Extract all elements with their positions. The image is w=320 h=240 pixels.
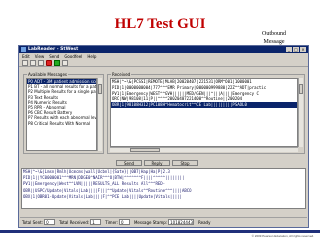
received-line: OBR|1|98108H312|PC108H^Hematocrit^^CE La… (111, 102, 297, 108)
total-sent-field: Total Sent: 0 (22, 219, 56, 225)
message-stamp-value: 101824443 (168, 219, 195, 225)
app-icon (21, 47, 26, 52)
open-icon[interactable] (30, 59, 36, 66)
list-item[interactable]: P7 Results with each abnormal level (27, 115, 96, 120)
total-sent-value: 0 (44, 219, 56, 225)
total-received-value: 1 (90, 219, 102, 225)
stop-icon[interactable] (46, 59, 52, 66)
menu-help[interactable]: Help (87, 54, 96, 59)
message-stamp-label: Message Stamp: (133, 219, 168, 225)
timer-label: Timer: (105, 219, 118, 225)
action-buttons: Send Reply Stop (116, 160, 200, 166)
received-hscrollbar[interactable] (110, 147, 298, 152)
timer-field: Timer: 0 (105, 219, 130, 225)
new-icon[interactable] (22, 59, 28, 66)
received-label: Received (111, 72, 132, 77)
footer-rule (0, 230, 320, 233)
connect-icon[interactable] (62, 59, 68, 66)
menu-send[interactable]: Send (49, 54, 59, 59)
total-received-field: Total Received: 1 (59, 219, 102, 225)
received-text-area[interactable]: MSH|^~\&|PCSSI|REMOTE|MLAB|20020407|2215… (110, 78, 298, 147)
available-messages-label: Available Messages (27, 72, 68, 77)
status-state: Ready (198, 220, 210, 225)
outbound-message-text-area[interactable]: MSH|^~\&|Lmsn|Rmlh|Ucmcms|wall|Ucbnl|{Sa… (21, 168, 306, 209)
footer-copyright: © 2009 Pearson Education, All rights res… (251, 234, 314, 238)
menu-goodfeel[interactable]: Goodfeel (64, 54, 82, 59)
menu-view[interactable]: View (35, 54, 45, 59)
outbound-line: OBX|1|OBR01-Update|Vitals|Lab||||F|^^PCE… (23, 193, 182, 199)
received-group: Received MSH|^~\&|PCSSI|REMOTE|MLAB|2002… (107, 72, 305, 154)
scroll-thumb[interactable] (98, 84, 102, 94)
toolbar (19, 59, 308, 67)
menu-edit[interactable]: Edit (22, 54, 30, 59)
message-stamp-field: Message Stamp: 101824443 (133, 219, 195, 225)
scroll-thumb[interactable] (299, 84, 303, 94)
go-icon[interactable] (54, 59, 60, 66)
reply-button[interactable]: Reply (144, 160, 170, 166)
received-vscrollbar[interactable] (298, 78, 303, 147)
save-icon[interactable] (38, 59, 44, 66)
send-button[interactable]: Send (116, 160, 142, 166)
list-item[interactable]: P2 Multiple Results for a single patient (27, 89, 96, 94)
total-received-label: Total Received: (59, 219, 90, 225)
available-messages-group: Available Messages P0 ADT - 3M patient a… (23, 72, 104, 154)
app-window: LabReader - StWest _ □ × Edit View Send … (18, 45, 309, 228)
list-item[interactable]: P8 Critical Results With Normal (27, 121, 96, 126)
title-bar: LabReader - StWest _ □ × (19, 46, 308, 53)
timer-value: 0 (118, 219, 130, 225)
status-bar: Total Sent: 0 Total Received: 1 Timer: 0… (20, 217, 307, 226)
close-icon[interactable]: × (300, 47, 306, 52)
minimize-icon[interactable]: _ (286, 47, 292, 52)
window-title: LabReader - StWest (28, 47, 79, 52)
messages-scrollbar[interactable] (97, 78, 102, 151)
status-state-text: Ready (198, 219, 211, 225)
scroll-thumb[interactable] (130, 148, 160, 152)
available-messages-list[interactable]: P0 ADT - 3M patient admission scenario P… (26, 78, 97, 151)
stop-button[interactable]: Stop (172, 160, 198, 166)
total-sent-label: Total Sent: (22, 219, 44, 225)
maximize-icon[interactable]: □ (293, 47, 299, 52)
